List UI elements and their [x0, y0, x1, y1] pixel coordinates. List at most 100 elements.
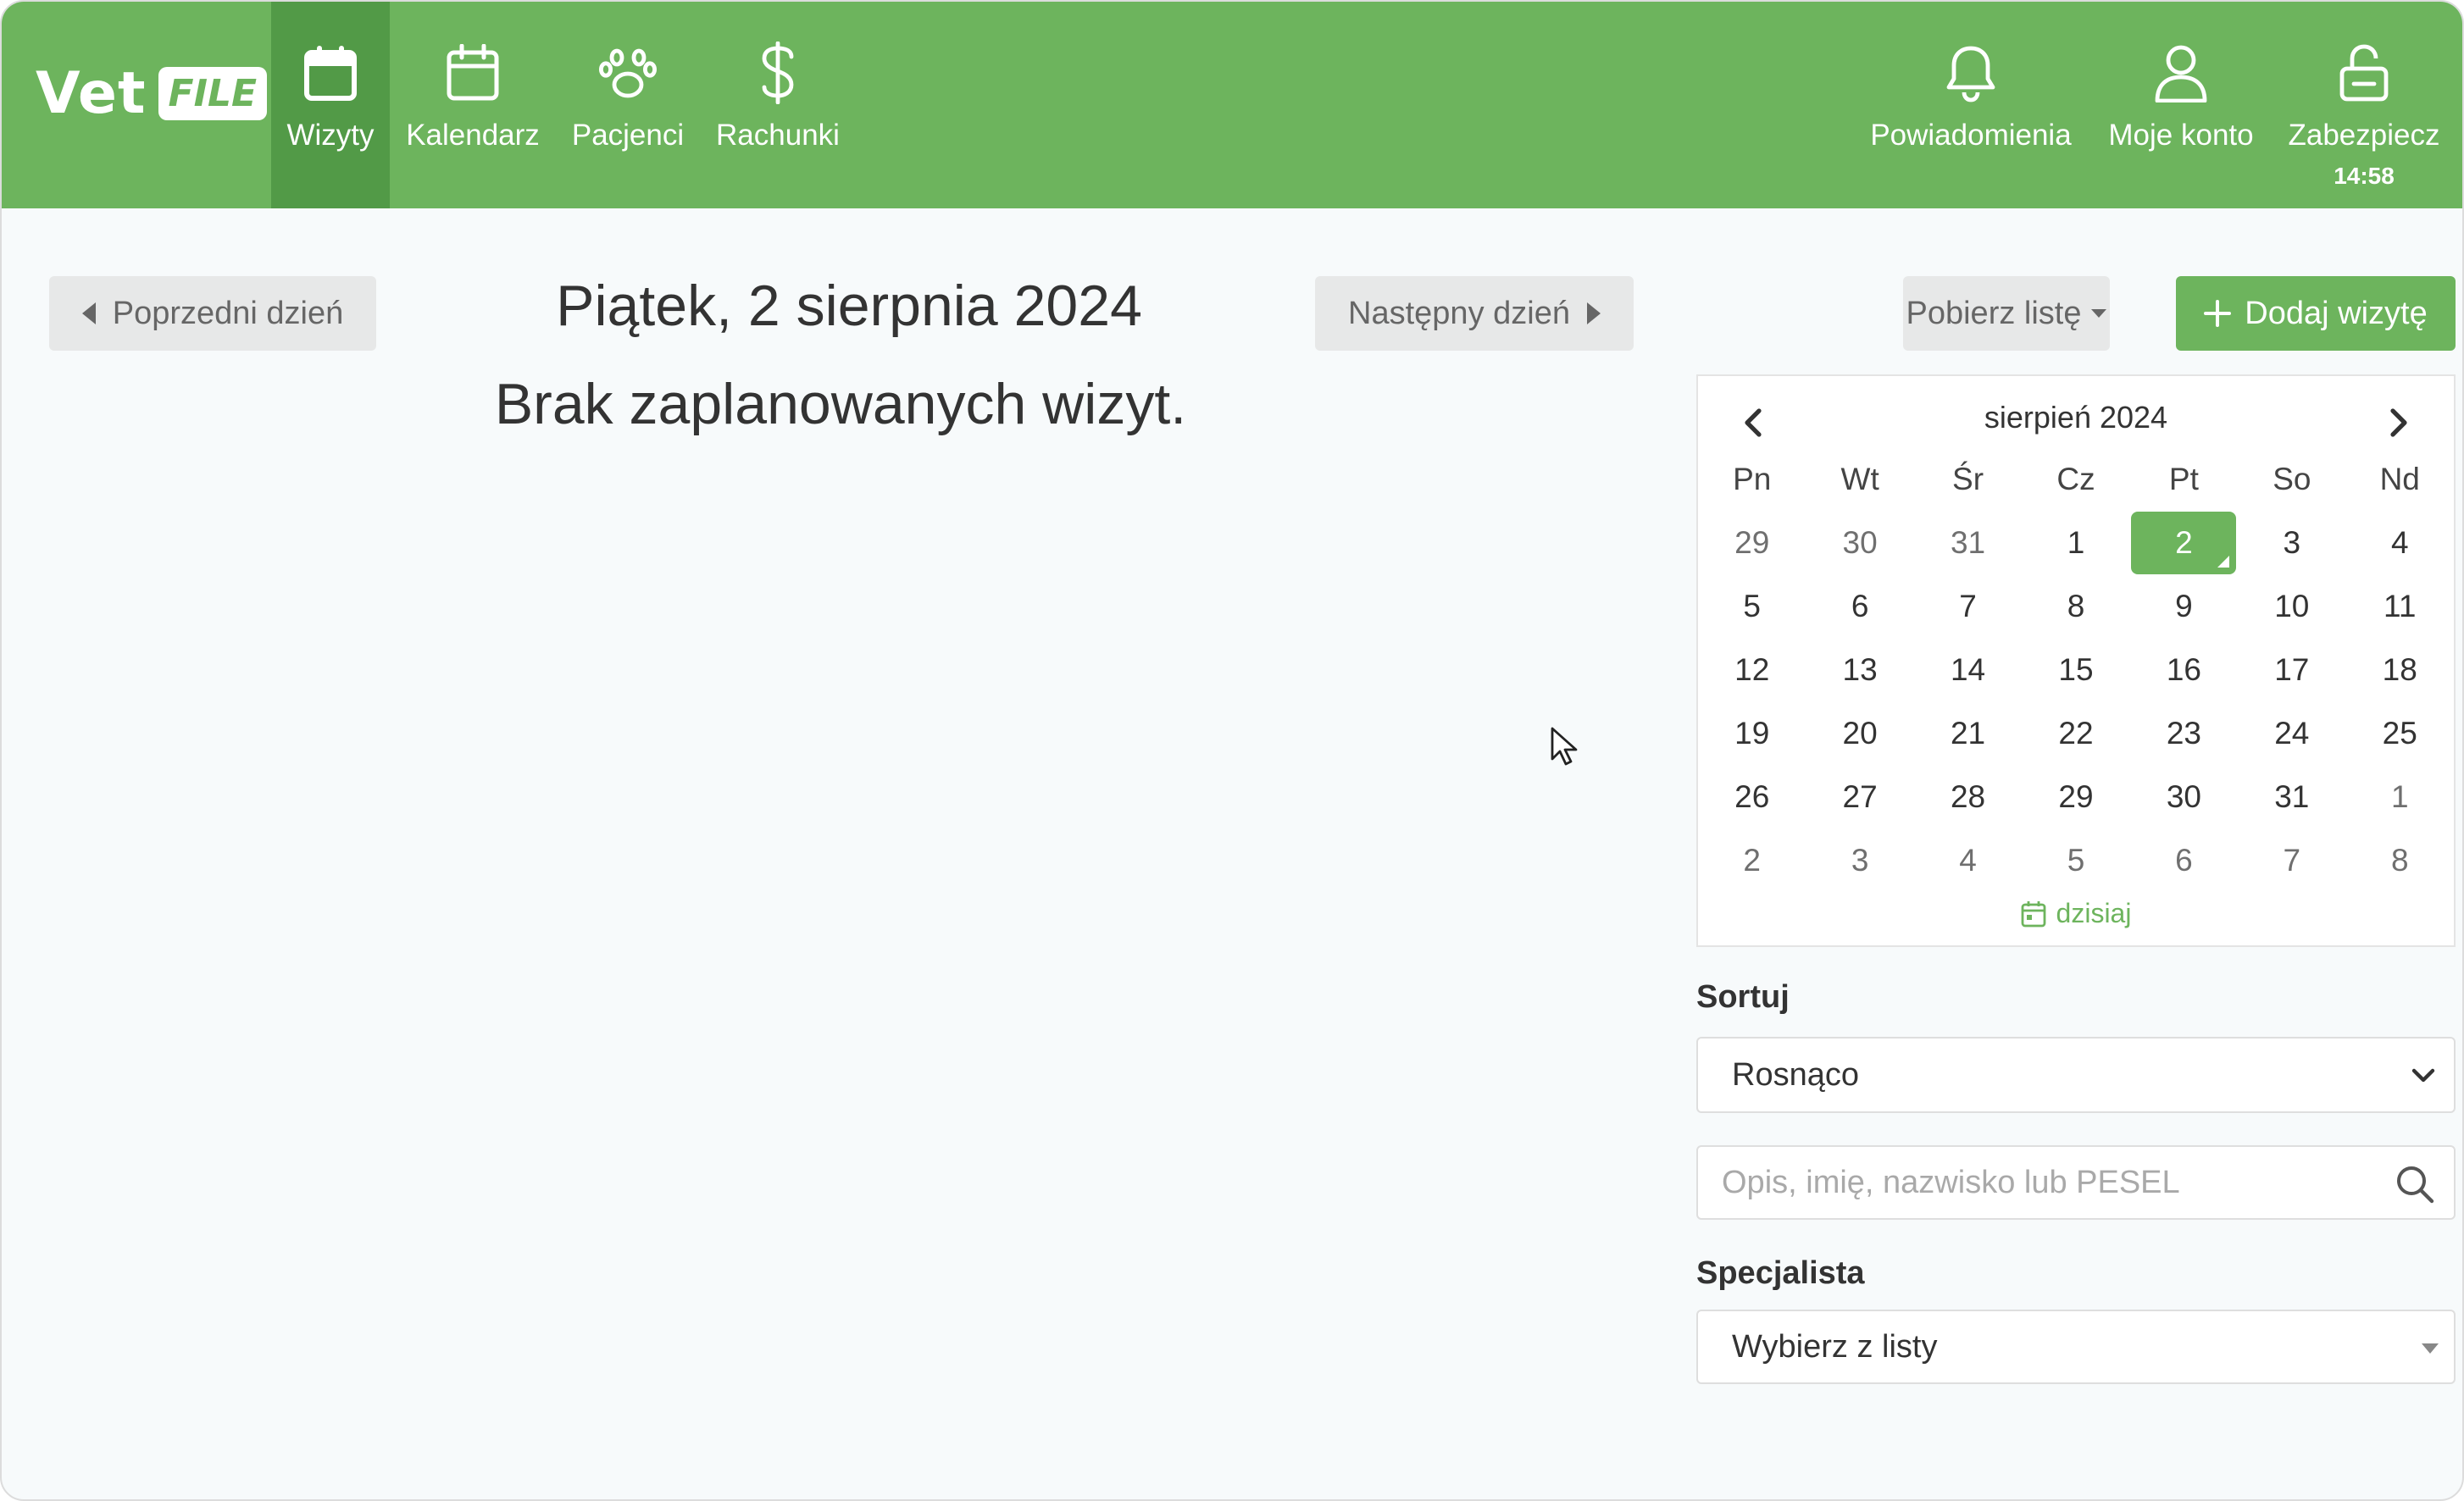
caret-right-icon	[1586, 302, 1601, 324]
prev-day-button[interactable]: Poprzedni dzień	[49, 276, 376, 351]
calendar-day[interactable]: 29	[2022, 765, 2129, 828]
calendar-day[interactable]: 30	[2130, 765, 2238, 828]
calendar-day[interactable]: 6	[2130, 828, 2238, 892]
bell-icon	[1937, 39, 2005, 107]
calendar-day-number: 16	[2166, 651, 2201, 687]
search-field[interactable]	[1696, 1145, 2456, 1220]
calendar-day[interactable]: 5	[1698, 574, 1806, 638]
calendar-day-number: 19	[1734, 715, 1770, 750]
nav-wizyty[interactable]: Wizyty	[271, 2, 390, 208]
calendar-day[interactable]: 31	[1914, 511, 2022, 574]
calendar-day-number: 5	[2067, 842, 2085, 878]
calendar-day[interactable]: 20	[1806, 701, 1913, 765]
calendar-day-number: 21	[1950, 715, 1986, 750]
calendar-day[interactable]: 15	[2022, 638, 2129, 701]
calendar-day[interactable]: 30	[1806, 511, 1913, 574]
calendar-next-month-button[interactable]	[2378, 402, 2420, 444]
calendar-day[interactable]: 21	[1914, 701, 2022, 765]
calendar-day[interactable]: 7	[1914, 574, 2022, 638]
calendar-day[interactable]: 24	[2238, 701, 2345, 765]
calendar-day-number: 26	[1734, 778, 1770, 814]
vetfile-logo[interactable]: Vet FILE	[36, 58, 268, 129]
caret-left-icon	[81, 302, 96, 324]
calendar-month-title[interactable]: sierpień 2024	[1698, 400, 2454, 435]
calendar-day-number: 5	[1743, 588, 1761, 623]
calendar-day-number: 1	[2390, 778, 2409, 814]
calendar-day[interactable]: 6	[1806, 574, 1913, 638]
calendar-day[interactable]: 4	[1914, 828, 2022, 892]
calendar-day-number: 3	[2283, 524, 2301, 560]
calendar-day-number: 13	[1842, 651, 1878, 687]
specialist-select[interactable]: Wybierz z listy	[1696, 1310, 2456, 1384]
calendar-today-label: dzisiaj	[2056, 898, 2132, 928]
calendar-day[interactable]: 22	[2022, 701, 2129, 765]
calendar-grid: Pn Wt Śr Cz Pt So Nd 29 30 31 1 2 3 4 5 6 7 8 9 10 11 12 13 14 1…	[1698, 447, 2454, 892]
download-list-button[interactable]: Pobierz listę	[1903, 276, 2110, 351]
calendar-day[interactable]: 5	[2022, 828, 2129, 892]
calendar-day[interactable]: 17	[2238, 638, 2345, 701]
calendar-day-number: 24	[2274, 715, 2310, 750]
calendar-day[interactable]: 26	[1698, 765, 1806, 828]
calendar-weekday-row: Pn Wt Śr Cz Pt So Nd	[1698, 447, 2454, 511]
nav-label: Zabezpiecz	[2288, 119, 2440, 152]
calendar-day[interactable]: 31	[2238, 765, 2345, 828]
nav-zabezpiecz[interactable]: Zabezpiecz 14:58	[2281, 2, 2447, 208]
nav-kalendarz[interactable]: Kalendarz	[402, 2, 544, 208]
chevron-right-icon	[2390, 408, 2407, 437]
add-visit-button[interactable]: Dodaj wizytę	[2176, 276, 2456, 351]
calendar-day[interactable]: 19	[1698, 701, 1806, 765]
calendar-day[interactable]: 8	[2022, 574, 2129, 638]
calendar-day-number: 18	[2382, 651, 2417, 687]
calendar-weekday: Pt	[2168, 461, 2199, 496]
calendar-day[interactable]: 14	[1914, 638, 2022, 701]
calendar-day[interactable]: 1	[2022, 511, 2129, 574]
calendar-day[interactable]: 7	[2238, 828, 2345, 892]
calendar-day[interactable]: 23	[2130, 701, 2238, 765]
calendar-day[interactable]: 4	[2346, 511, 2454, 574]
calendar-day[interactable]: 3	[1806, 828, 1913, 892]
calendar-day[interactable]: 1	[2346, 765, 2454, 828]
sort-select[interactable]: Rosnąco	[1696, 1037, 2456, 1113]
calendar-day[interactable]: 8	[2346, 828, 2454, 892]
nav-pacjenci[interactable]: Pacjenci	[564, 2, 691, 208]
next-day-button[interactable]: Następny dzień	[1315, 276, 1634, 351]
calendar-day[interactable]: 18	[2346, 638, 2454, 701]
specialist-label: Specjalista	[1696, 1255, 1865, 1291]
calendar-day-number: 9	[2175, 588, 2193, 623]
calendar-week-row: 5 6 7 8 9 10 11	[1698, 574, 2454, 638]
calendar-day[interactable]: 27	[1806, 765, 1913, 828]
date-picker-calendar: sierpień 2024 Pn Wt Śr Cz Pt So Nd 29 30 31 1 2 3 4 5 6…	[1696, 374, 2456, 947]
calendar-day[interactable]: 25	[2346, 701, 2454, 765]
search-icon[interactable]	[2395, 1164, 2435, 1205]
calendar-day[interactable]: 13	[1806, 638, 1913, 701]
calendar-day[interactable]: 29	[1698, 511, 1806, 574]
calendar-today-button[interactable]: dzisiaj	[1698, 898, 2454, 929]
calendar-day-number: 30	[1842, 524, 1878, 560]
calendar-day[interactable]: 28	[1914, 765, 2022, 828]
sort-label: Sortuj	[1696, 979, 1790, 1015]
calendar-day[interactable]: 12	[1698, 638, 1806, 701]
calendar-day-selected[interactable]: 2	[2130, 511, 2238, 574]
calendar-day[interactable]: 10	[2238, 574, 2345, 638]
nav-rachunki[interactable]: Rachunki	[710, 2, 846, 208]
calendar-day[interactable]: 9	[2130, 574, 2238, 638]
calendar-day-number: 8	[2390, 842, 2409, 878]
calendar-day[interactable]: 3	[2238, 511, 2345, 574]
search-input[interactable]	[1722, 1147, 2366, 1218]
calendar-day[interactable]: 11	[2346, 574, 2454, 638]
paw-icon	[594, 39, 662, 107]
calendar-day-number: 25	[2382, 715, 2417, 750]
calendar-weekday: Cz	[2056, 461, 2095, 496]
mouse-cursor-icon	[1551, 727, 1578, 766]
calendar-weekday: Pn	[1733, 461, 1772, 496]
nav-moje-konto[interactable]: Moje konto	[2100, 2, 2262, 208]
nav-label: Rachunki	[716, 119, 840, 152]
calendar-week-row: 29 30 31 1 2 3 4	[1698, 511, 2454, 574]
logo-badge: FILE	[158, 66, 268, 120]
calendar-day[interactable]: 16	[2130, 638, 2238, 701]
calendar-day-number: 31	[1950, 524, 1986, 560]
add-visit-label: Dodaj wizytę	[2245, 295, 2428, 331]
calendar-day[interactable]: 2	[1698, 828, 1806, 892]
nav-powiadomienia[interactable]: Powiadomienia	[1862, 2, 2079, 208]
session-timer: 14:58	[2334, 163, 2395, 189]
